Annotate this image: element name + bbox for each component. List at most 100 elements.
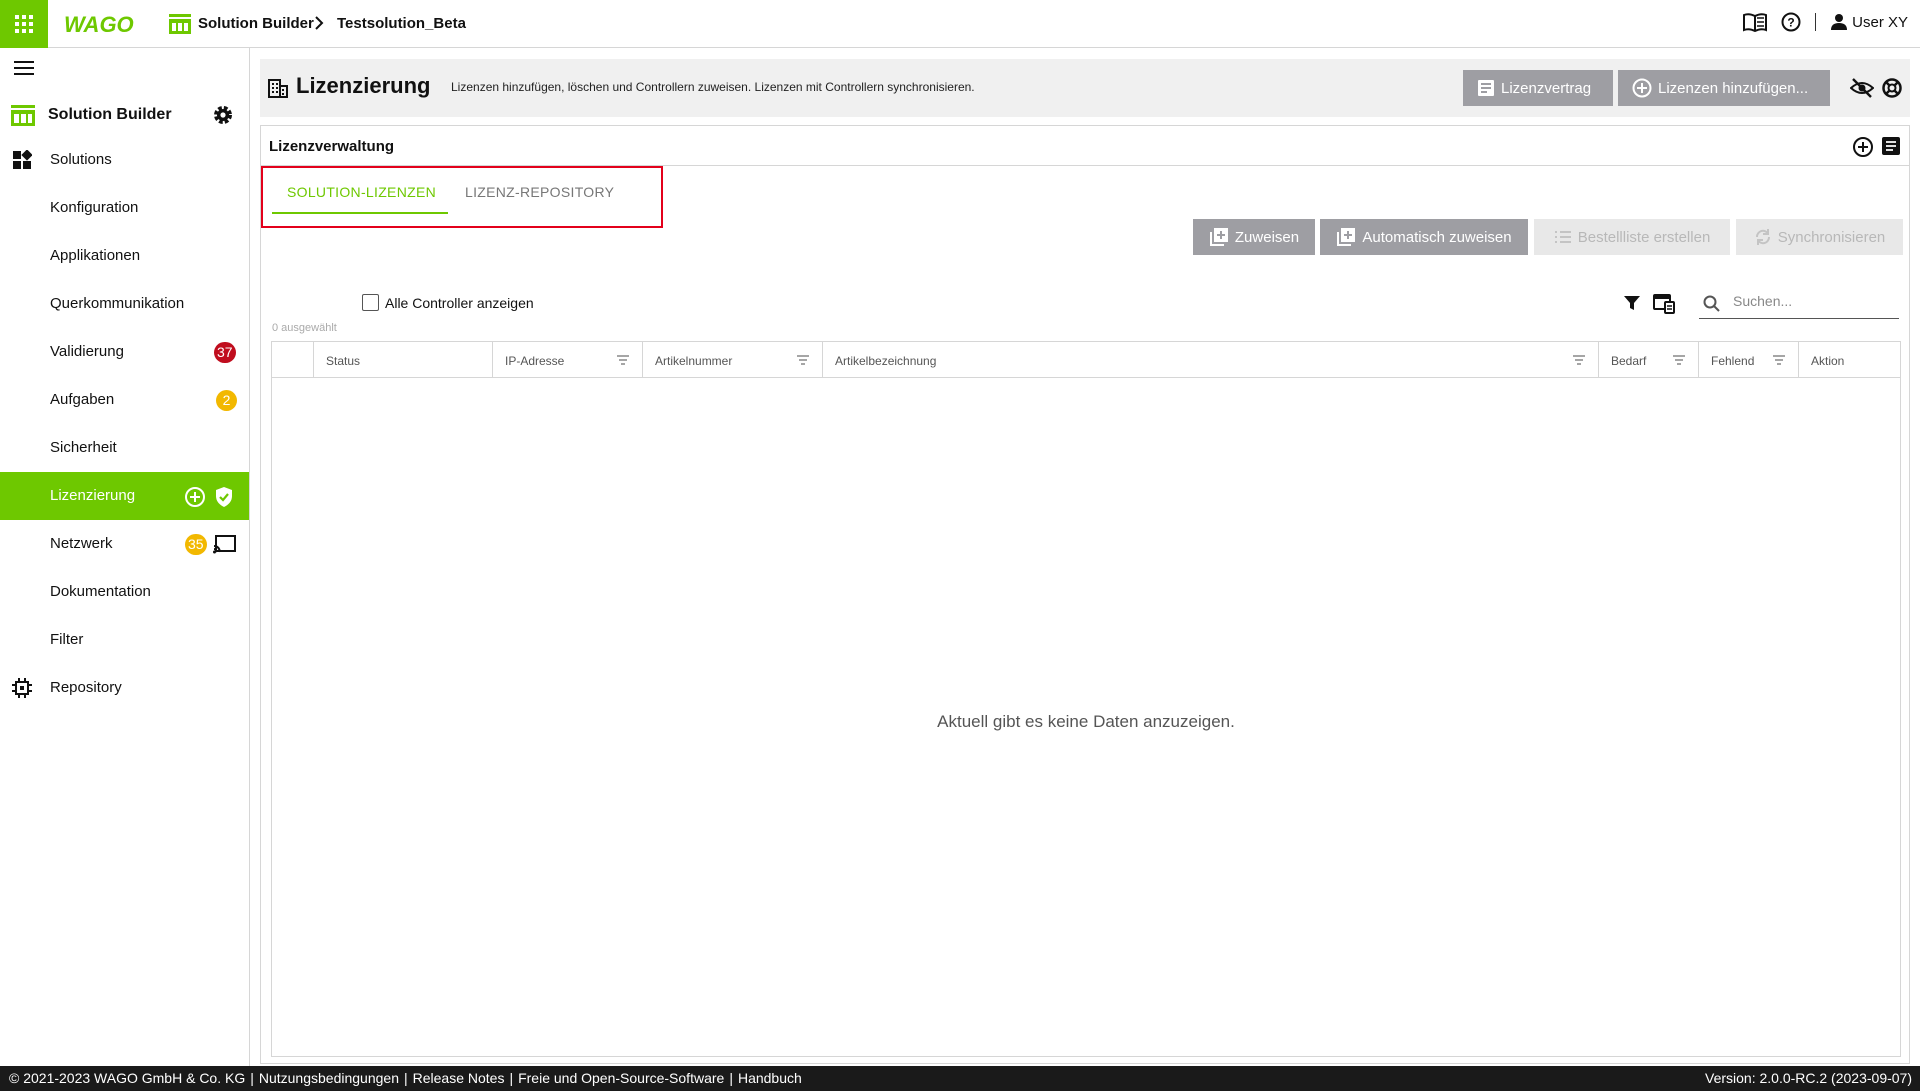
- license-table: Status IP-Adresse Artikelnummer Artikelb…: [271, 341, 1901, 1057]
- library-add-icon: [1337, 228, 1356, 246]
- auto-assign-button[interactable]: Automatisch zuweisen: [1320, 219, 1528, 255]
- column-label: Fehlend: [1711, 354, 1755, 368]
- sidebar-item-querkommunikation[interactable]: Querkommunikation: [0, 280, 249, 328]
- manual-book-icon[interactable]: [1743, 12, 1768, 32]
- user-menu[interactable]: User XY: [1830, 13, 1908, 31]
- sidebar-item-label: Dokumentation: [50, 583, 151, 600]
- footer-separator: |: [403, 1070, 408, 1086]
- column-header-status[interactable]: Status: [314, 342, 493, 378]
- sidebar-title: Solution Builder: [48, 106, 172, 123]
- footer-link-open-source[interactable]: Freie und Open-Source-Software: [518, 1070, 724, 1086]
- sidebar-item-label: Applikationen: [50, 247, 141, 264]
- empty-state-message: Aktuell gibt es keine Daten anzuzeigen.: [937, 712, 1235, 731]
- column-header-missing[interactable]: Fehlend: [1699, 342, 1799, 378]
- version-label: Version: 2.0.0-RC.2 (2023-09-07): [1705, 1070, 1912, 1086]
- column-header-demand[interactable]: Bedarf: [1599, 342, 1699, 378]
- page-description: Lizenzen hinzufügen, löschen und Control…: [451, 80, 975, 94]
- column-header-select[interactable]: [272, 342, 314, 378]
- plus-circle-icon[interactable]: [1852, 136, 1874, 158]
- sidebar-nav: Solutions Konfiguration Applikationen Qu…: [0, 136, 249, 712]
- button-label: Lizenzvertrag: [1501, 79, 1592, 97]
- active-tab-indicator: [272, 212, 448, 214]
- filter-icon[interactable]: [1623, 294, 1641, 312]
- footer-separator: |: [250, 1070, 254, 1086]
- sidebar-item-label: Lizenzierung: [50, 487, 136, 504]
- show-all-controllers-toggle[interactable]: Alle Controller anzeigen: [362, 294, 534, 311]
- copyright: © 2021-2023 WAGO GmbH & Co. KG: [9, 1070, 246, 1086]
- sidebar-item-label: Repository: [50, 679, 122, 696]
- dashboard-icon: [13, 150, 32, 169]
- sidebar-item-filter[interactable]: Filter: [0, 616, 249, 664]
- column-filter-icon[interactable]: [1572, 354, 1586, 366]
- sidebar-item-sicherheit[interactable]: Sicherheit: [0, 424, 249, 472]
- tab-solution-licenses[interactable]: SOLUTION-LIZENZEN: [287, 184, 436, 200]
- show-all-controllers-checkbox[interactable]: [362, 294, 379, 311]
- column-filter-icon[interactable]: [1672, 354, 1686, 366]
- column-header-article-description[interactable]: Artikelbezeichnung: [823, 342, 1599, 378]
- sidebar-item-repository[interactable]: Repository: [0, 664, 249, 712]
- column-label: Aktion: [1811, 354, 1845, 368]
- sidebar-item-konfiguration[interactable]: Konfiguration: [0, 184, 249, 232]
- sync-icon: [1755, 229, 1770, 245]
- license-contract-button[interactable]: Lizenzvertrag: [1463, 70, 1613, 106]
- eye-off-icon[interactable]: [1850, 78, 1874, 98]
- column-header-article-number[interactable]: Artikelnummer: [643, 342, 823, 378]
- sidebar-item-solutions[interactable]: Solutions: [0, 136, 249, 184]
- sidebar-item-label: Solutions: [50, 151, 112, 168]
- footer-separator: |: [509, 1070, 514, 1086]
- sidebar-item-netzwerk[interactable]: Netzwerk 35: [0, 520, 249, 568]
- search-field[interactable]: [1699, 286, 1899, 319]
- search-input[interactable]: [1733, 293, 1893, 309]
- button-label: Bestellliste erstellen: [1577, 228, 1711, 246]
- chevron-right-icon: [315, 16, 324, 30]
- help-icon[interactable]: ?: [1781, 12, 1801, 32]
- apps-grid-button[interactable]: [0, 0, 48, 48]
- footer-separator: |: [729, 1070, 733, 1086]
- column-filter-icon[interactable]: [796, 354, 810, 366]
- shield-check-icon[interactable]: [214, 486, 234, 508]
- sidebar-item-dokumentation[interactable]: Dokumentation: [0, 568, 249, 616]
- lifebuoy-icon[interactable]: [1882, 78, 1902, 98]
- sidebar-item-applikationen[interactable]: Applikationen: [0, 232, 249, 280]
- table-header: Status IP-Adresse Artikelnummer Artikelb…: [272, 342, 1900, 378]
- sidebar-item-validierung[interactable]: Validierung 37: [0, 328, 249, 376]
- column-label: Bedarf: [1611, 354, 1647, 368]
- sidebar-item-label: Sicherheit: [50, 439, 117, 456]
- wago-logo[interactable]: WAGO: [64, 13, 150, 35]
- tab-license-repository[interactable]: LIZENZ-REPOSITORY: [465, 184, 614, 200]
- gear-icon[interactable]: [212, 104, 234, 126]
- assign-button[interactable]: Zuweisen: [1193, 219, 1315, 255]
- footer-link-release-notes[interactable]: Release Notes: [413, 1070, 505, 1086]
- sidebar-header: Solution Builder: [0, 94, 249, 136]
- column-filter-icon[interactable]: [1772, 354, 1786, 366]
- sidebar-item-label: Aufgaben: [50, 391, 115, 408]
- plus-circle-icon[interactable]: [184, 486, 206, 508]
- add-licenses-button[interactable]: Lizenzen hinzufügen...: [1618, 70, 1830, 106]
- apps-grid-icon: [15, 15, 33, 33]
- sidebar-item-aufgaben[interactable]: Aufgaben 2: [0, 376, 249, 424]
- column-header-action[interactable]: Aktion: [1799, 342, 1900, 378]
- list-icon[interactable]: [1881, 136, 1901, 156]
- sidebar-item-label: Validierung: [50, 343, 124, 360]
- footer-link-manual[interactable]: Handbuch: [738, 1070, 802, 1086]
- breadcrumb-solution-builder[interactable]: Solution Builder: [198, 15, 314, 32]
- top-bar: WAGO Solution Builder Testsolution_Beta …: [0, 0, 1920, 48]
- breadcrumb-testsolution[interactable]: Testsolution_Beta: [337, 15, 466, 32]
- synchronize-button[interactable]: Synchronisieren: [1736, 219, 1903, 255]
- plus-circle-icon: [1632, 78, 1652, 98]
- button-label: Automatisch zuweisen: [1362, 228, 1512, 246]
- column-settings-icon[interactable]: [1653, 294, 1675, 314]
- network-count-badge: 35: [185, 534, 207, 555]
- column-filter-icon[interactable]: [616, 354, 630, 366]
- error-count-badge: 37: [214, 342, 236, 363]
- chip-icon: [12, 678, 32, 698]
- menu-toggle-icon[interactable]: [14, 60, 34, 76]
- footer-link-terms[interactable]: Nutzungsbedingungen: [259, 1070, 399, 1086]
- svg-text:?: ?: [1787, 16, 1794, 30]
- create-order-list-button[interactable]: Bestellliste erstellen: [1534, 219, 1730, 255]
- tabs-highlight: SOLUTION-LIZENZEN LIZENZ-REPOSITORY: [261, 166, 663, 228]
- column-header-ip-address[interactable]: IP-Adresse: [493, 342, 643, 378]
- toolbar-divider: [1815, 13, 1817, 31]
- solution-builder-icon: [11, 105, 35, 126]
- sidebar-item-lizenzierung[interactable]: Lizenzierung: [0, 472, 249, 520]
